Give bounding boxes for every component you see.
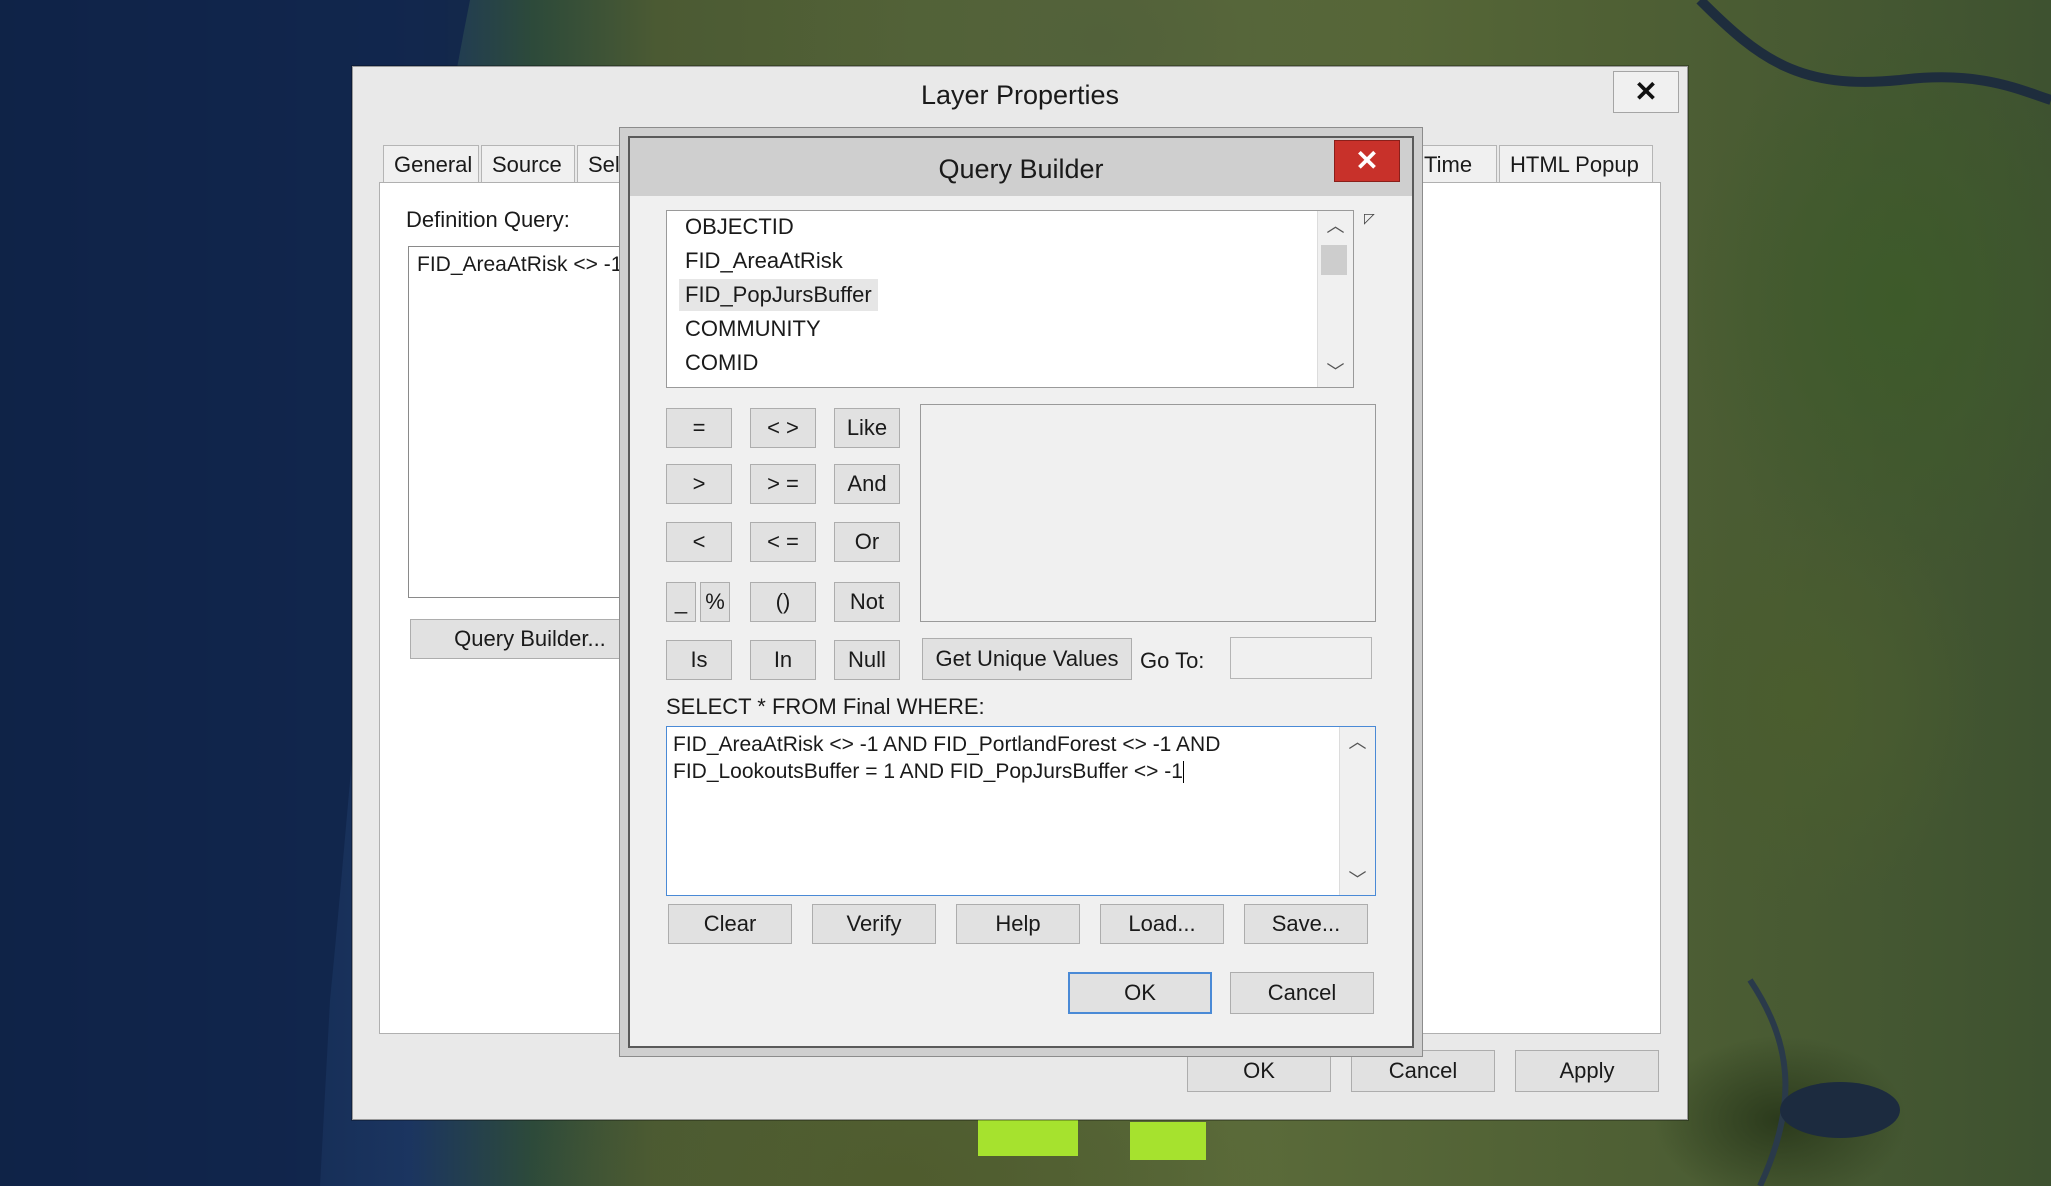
- where-clause-field[interactable]: FID_AreaAtRisk <> -1 AND FID_PortlandFor…: [666, 726, 1376, 896]
- query-builder-button[interactable]: Query Builder...: [410, 619, 650, 659]
- definition-query-field[interactable]: FID_AreaAtRisk <> -1: [408, 246, 648, 598]
- less-than-button[interactable]: <: [666, 522, 732, 562]
- ok-button[interactable]: OK: [1187, 1050, 1331, 1092]
- text-caret: [1182, 761, 1184, 784]
- unique-values-list[interactable]: [920, 404, 1376, 622]
- null-button[interactable]: Null: [834, 640, 900, 680]
- verify-button[interactable]: Verify: [812, 904, 936, 944]
- parentheses-button[interactable]: (): [750, 582, 816, 622]
- tab-html-popup[interactable]: HTML Popup: [1499, 145, 1653, 183]
- greater-than-button[interactable]: >: [666, 464, 732, 504]
- where-clause-text: FID_AreaAtRisk <> -1 AND FID_PortlandFor…: [673, 733, 1221, 784]
- ok-button[interactable]: OK: [1068, 972, 1212, 1014]
- scroll-up-icon[interactable]: ︿: [1340, 727, 1375, 757]
- scroll-thumb[interactable]: [1321, 245, 1347, 275]
- field-list[interactable]: OBJECTID FID_AreaAtRisk FID_PopJursBuffe…: [666, 210, 1354, 388]
- not-button[interactable]: Not: [834, 582, 900, 622]
- scroll-down-icon[interactable]: ﹀: [1340, 865, 1375, 895]
- clear-button[interactable]: Clear: [668, 904, 792, 944]
- scroll-up-icon[interactable]: ︿: [1318, 211, 1353, 241]
- list-item[interactable]: OBJECTID: [679, 211, 800, 243]
- underscore-wildcard-button[interactable]: _: [666, 582, 696, 622]
- cancel-button[interactable]: Cancel: [1230, 972, 1374, 1014]
- not-equals-button[interactable]: < >: [750, 408, 816, 448]
- equals-button[interactable]: =: [666, 408, 732, 448]
- close-icon[interactable]: ✕: [1613, 71, 1679, 113]
- list-item[interactable]: COMID: [679, 347, 764, 379]
- dialog-title: Query Builder: [938, 154, 1104, 184]
- or-button[interactable]: Or: [834, 522, 900, 562]
- and-button[interactable]: And: [834, 464, 900, 504]
- goto-label: Go To:: [1140, 648, 1205, 673]
- list-item[interactable]: FID_AreaAtRisk: [679, 245, 849, 277]
- get-unique-values-button[interactable]: Get Unique Values: [922, 638, 1132, 680]
- in-button[interactable]: In: [750, 640, 816, 680]
- percent-wildcard-button[interactable]: %: [700, 582, 730, 622]
- window-title: Layer Properties: [920, 80, 1120, 110]
- cancel-button[interactable]: Cancel: [1351, 1050, 1495, 1092]
- less-equal-button[interactable]: < =: [750, 522, 816, 562]
- where-clause-label: SELECT * FROM Final WHERE:: [666, 694, 985, 719]
- list-item[interactable]: COMMUNITY: [679, 313, 827, 345]
- query-builder-dialog: Query Builder ✕ OBJECTID FID_AreaAtRisk …: [628, 136, 1414, 1048]
- save-button[interactable]: Save...: [1244, 904, 1368, 944]
- list-options-icon[interactable]: ◸: [1364, 210, 1375, 227]
- close-icon[interactable]: ✕: [1334, 140, 1400, 182]
- tab-time[interactable]: Time: [1413, 145, 1497, 183]
- goto-input[interactable]: [1230, 637, 1372, 679]
- list-item-selected[interactable]: FID_PopJursBuffer: [679, 279, 878, 311]
- help-button[interactable]: Help: [956, 904, 1080, 944]
- definition-query-label: Definition Query:: [406, 207, 570, 232]
- tab-general[interactable]: General: [383, 145, 479, 183]
- load-button[interactable]: Load...: [1100, 904, 1224, 944]
- where-clause-scrollbar[interactable]: ︿ ﹀: [1339, 727, 1375, 895]
- is-button[interactable]: Is: [666, 640, 732, 680]
- apply-button[interactable]: Apply: [1515, 1050, 1659, 1092]
- greater-equal-button[interactable]: > =: [750, 464, 816, 504]
- like-button[interactable]: Like: [834, 408, 900, 448]
- field-list-scrollbar[interactable]: ︿ ﹀: [1317, 211, 1353, 387]
- scroll-down-icon[interactable]: ﹀: [1318, 357, 1353, 387]
- tab-source[interactable]: Source: [481, 145, 575, 183]
